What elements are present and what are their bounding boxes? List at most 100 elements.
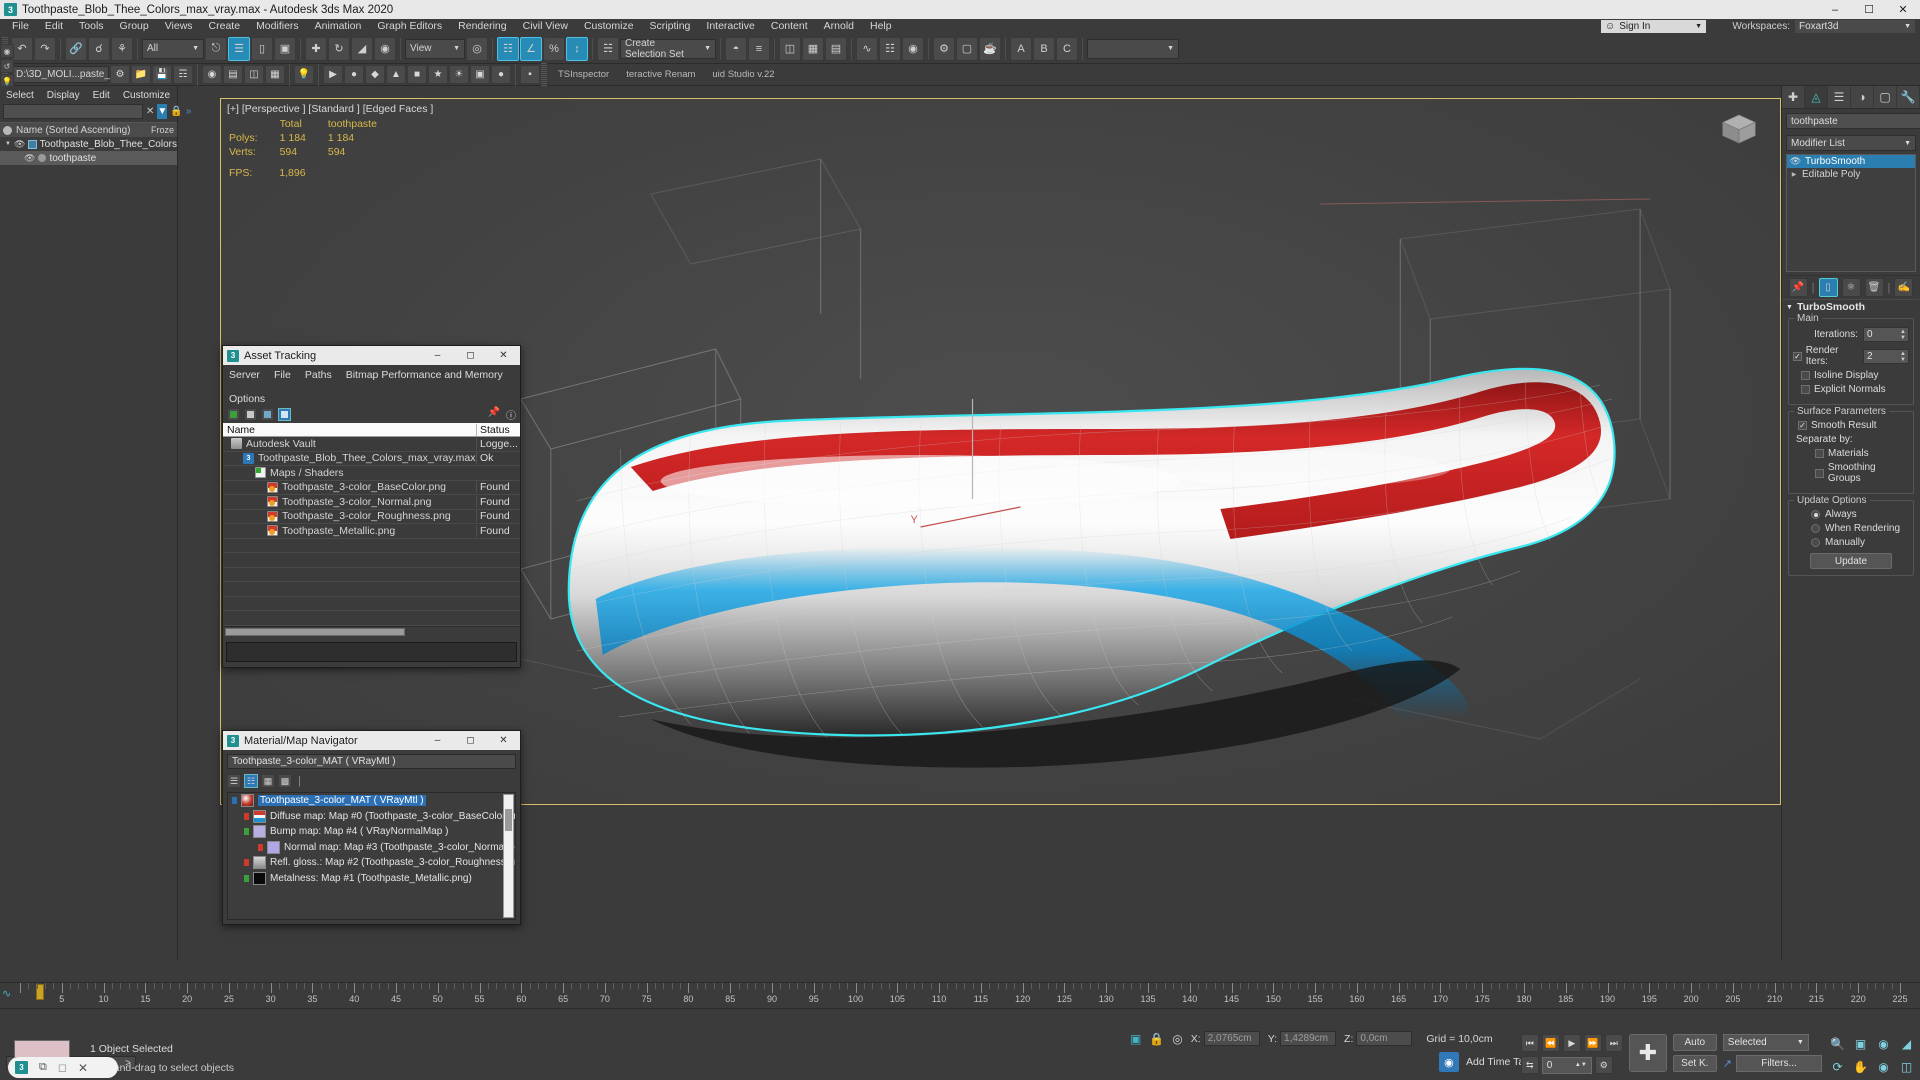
next-frame-icon[interactable]: ⏩ bbox=[1583, 1034, 1602, 1052]
lock-selection-icon[interactable]: 🔒 bbox=[1149, 1032, 1164, 1046]
pan-view-icon[interactable]: ✋ bbox=[1851, 1057, 1870, 1076]
percent-snap-toggle-icon[interactable]: % bbox=[543, 36, 565, 61]
viewport-label[interactable]: [+] [Perspective ] [Standard ] [Edged Fa… bbox=[227, 103, 433, 115]
render-setup-icon[interactable]: ⚙ bbox=[933, 36, 955, 61]
object-name-input[interactable] bbox=[1786, 113, 1920, 129]
modifier-stack[interactable]: 👁 TurboSmooth ▶ Editable Poly bbox=[1786, 154, 1916, 272]
z-value[interactable]: 0,0cm bbox=[1356, 1031, 1413, 1046]
script-tool-10-icon[interactable]: ▪ bbox=[520, 65, 540, 84]
menu-item-civil-view[interactable]: Civil View bbox=[515, 19, 576, 34]
project-settings-icon[interactable]: ⚙ bbox=[110, 65, 130, 84]
x-value[interactable]: 2,0765cm bbox=[1203, 1031, 1260, 1046]
go-to-start-icon[interactable]: ⏮ bbox=[1520, 1034, 1539, 1052]
show-end-result-icon[interactable]: ▯ bbox=[1818, 278, 1838, 297]
material-tree[interactable]: Toothpaste_3-color_MAT ( VRayMtl ) Diffu… bbox=[227, 792, 516, 920]
configure-modifier-sets-icon[interactable]: ✍ bbox=[1894, 278, 1914, 297]
material-field[interactable]: ▼ bbox=[1087, 38, 1179, 59]
menu-item-tools[interactable]: Tools bbox=[71, 19, 112, 34]
project-tree-icon[interactable]: ☶ bbox=[173, 65, 193, 84]
taskbar-thumbnail-popup[interactable]: 3 ⧉ ◻ ✕ bbox=[8, 1057, 118, 1078]
select-by-name-icon[interactable]: ☰ bbox=[228, 36, 250, 61]
scene-tree-layer-row[interactable]: ▼ 👁 Toothpaste_Blob_Thee_Colors bbox=[0, 137, 177, 151]
tree-view-icon[interactable]: ☷ bbox=[244, 774, 258, 788]
light-lister-icon[interactable]: 💡 bbox=[294, 65, 314, 84]
menu-item-animation[interactable]: Animation bbox=[307, 19, 370, 34]
tab-utilities[interactable]: 🔧 bbox=[1897, 86, 1920, 108]
tab-modify[interactable]: ◬ bbox=[1805, 86, 1828, 108]
asset-tracking-titlebar[interactable]: 3 Asset Tracking – ◻ ✕ bbox=[223, 346, 520, 365]
at-menu-server[interactable]: Server bbox=[227, 368, 262, 382]
smoothing-groups-row[interactable]: Smoothing Groups bbox=[1793, 462, 1909, 484]
clear-search-icon[interactable]: ✕ bbox=[146, 104, 154, 119]
tab-motion[interactable]: ◑ bbox=[1851, 86, 1874, 108]
expand-triangle-icon[interactable]: ▶ bbox=[1789, 171, 1799, 178]
scene-tree-object-row[interactable]: 👁 toothpaste bbox=[0, 151, 177, 165]
key-mode-toggle-icon[interactable]: ⇆ bbox=[1520, 1056, 1539, 1074]
edit-named-selection-sets-icon[interactable]: ☵ bbox=[597, 36, 619, 61]
close-button[interactable]: ✕ bbox=[487, 346, 520, 365]
save-project-icon[interactable]: 💾 bbox=[152, 65, 172, 84]
large-icons-icon[interactable]: ▩ bbox=[278, 774, 292, 788]
small-icons-icon[interactable]: ▦ bbox=[261, 774, 275, 788]
at-menu-paths[interactable]: Paths bbox=[303, 368, 334, 382]
material-tree-scrollbar[interactable] bbox=[503, 794, 514, 918]
script-tool-4-icon[interactable]: ▲ bbox=[386, 65, 406, 84]
material-map-navigator-dialog[interactable]: 3 Material/Map Navigator – ◻ ✕ Toothpast… bbox=[222, 730, 521, 925]
table-row-empty[interactable] bbox=[223, 568, 520, 582]
menu-item-graph-editors[interactable]: Graph Editors bbox=[369, 19, 450, 34]
modifier-stack-item-editable-poly[interactable]: ▶ Editable Poly bbox=[1787, 168, 1915, 181]
current-material-field[interactable]: Toothpaste_3-color_MAT ( VRayMtl ) bbox=[227, 754, 516, 769]
view-cube-icon[interactable] bbox=[1716, 109, 1762, 149]
auto-key-button[interactable]: Auto bbox=[1672, 1034, 1717, 1051]
asset-tracking-icon[interactable]: ▤ bbox=[223, 65, 243, 84]
at-menu-bitmap[interactable]: Bitmap Performance and Memory bbox=[344, 368, 505, 382]
menu-item-group[interactable]: Group bbox=[112, 19, 157, 34]
se-strip-select-icon[interactable]: ◉ bbox=[0, 44, 14, 58]
explicit-normals-checkbox[interactable] bbox=[1801, 385, 1810, 394]
tangent-icon[interactable]: ↗ bbox=[1723, 1057, 1732, 1070]
text-tool-a-icon[interactable]: A bbox=[1010, 36, 1032, 61]
maximize-button[interactable]: ☐ bbox=[1852, 0, 1886, 19]
modifier-list-dropdown[interactable]: Modifier List ▼ bbox=[1786, 135, 1916, 151]
absolute-relative-mode-icon[interactable]: ◎ bbox=[1172, 1032, 1182, 1046]
at-list-view-icon[interactable] bbox=[244, 408, 257, 421]
coord-y[interactable]: Y: 1,4289cm bbox=[1268, 1031, 1337, 1046]
scrollbar-thumb[interactable] bbox=[505, 809, 512, 831]
render-iters-checkbox[interactable]: ✓ bbox=[1793, 351, 1802, 361]
table-row[interactable]: Toothpaste_3-color_Roughness.png Found bbox=[223, 510, 520, 524]
window-crossing-icon[interactable]: ▣ bbox=[274, 36, 296, 61]
update-manually-radio[interactable] bbox=[1811, 538, 1820, 547]
maximize-icon[interactable]: ◻ bbox=[58, 1061, 67, 1074]
modifier-stack-item-turbosmooth[interactable]: 👁 TurboSmooth bbox=[1787, 155, 1915, 168]
curve-editor-icon[interactable]: ∿ bbox=[856, 36, 878, 61]
workspace-dropdown[interactable]: Foxart3d ▼ bbox=[1795, 20, 1915, 33]
script-tool-3-icon[interactable]: ◆ bbox=[365, 65, 385, 84]
zoom-extents-icon[interactable]: ◉ bbox=[1874, 1034, 1893, 1053]
coord-x[interactable]: X: 2,0765cm bbox=[1191, 1031, 1260, 1046]
isoline-display-checkbox[interactable] bbox=[1801, 371, 1810, 380]
toolbar2-grip-2[interactable] bbox=[541, 62, 547, 87]
isoline-display-row[interactable]: Isoline Display bbox=[1793, 370, 1909, 381]
column-frozen-label[interactable]: Froze bbox=[151, 125, 174, 135]
update-when-rendering-radio[interactable] bbox=[1811, 524, 1820, 533]
ribbon-toggle-icon[interactable]: ▤ bbox=[825, 36, 847, 61]
update-when-rendering-row[interactable]: When Rendering bbox=[1793, 523, 1909, 534]
schematic-view-icon[interactable]: ☷ bbox=[879, 36, 901, 61]
open-folder-icon[interactable]: 📁 bbox=[131, 65, 151, 84]
rectangular-selection-region-icon[interactable]: ▯ bbox=[251, 36, 273, 61]
table-row-empty[interactable] bbox=[223, 597, 520, 611]
minimize-button[interactable]: – bbox=[421, 731, 454, 750]
select-and-place-icon[interactable]: ◉ bbox=[374, 36, 396, 61]
arc-rotate-icon[interactable]: ◉ bbox=[1874, 1057, 1893, 1076]
script-tool-5-icon[interactable]: ■ bbox=[407, 65, 427, 84]
se-menu-customize[interactable]: Customize bbox=[123, 90, 170, 101]
plugin-label-tsinspector[interactable]: TSInspector bbox=[550, 69, 617, 80]
close-icon[interactable]: ✕ bbox=[78, 1061, 88, 1075]
se-menu-edit[interactable]: Edit bbox=[93, 90, 110, 101]
pin-stack-icon[interactable]: 📌 bbox=[1788, 278, 1808, 297]
plugin-label-fluid-studio[interactable]: uid Studio v.22 bbox=[704, 69, 782, 80]
undo-icon[interactable]: ↶ bbox=[11, 36, 33, 61]
rendered-frame-window-icon[interactable]: ▢ bbox=[956, 36, 978, 61]
at-col-status[interactable]: Status bbox=[476, 423, 520, 436]
scene-explorer-icon[interactable]: ▦ bbox=[802, 36, 824, 61]
